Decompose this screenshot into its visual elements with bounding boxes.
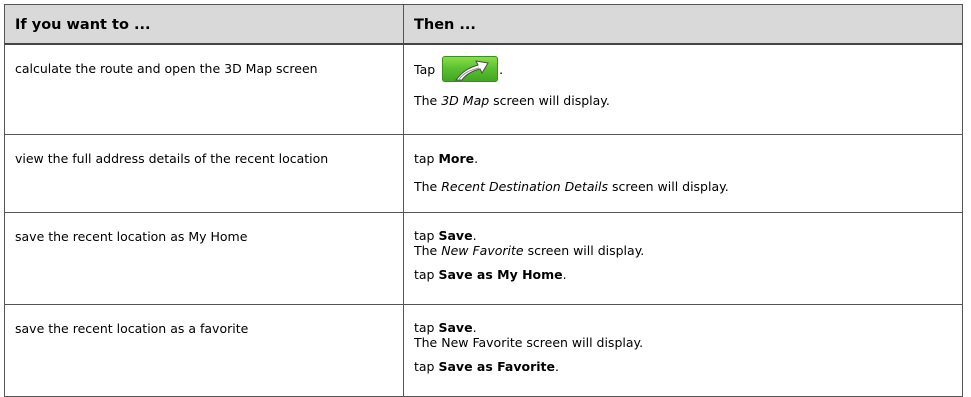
tap-instruction: tap Save. — [414, 228, 952, 243]
tap-prefix: Tap — [414, 61, 436, 77]
result-screen: 3D Map — [441, 93, 490, 108]
second-tap-suffix: . — [555, 359, 559, 374]
instruction-table: If you want to ... Then ... calculate th… — [4, 4, 963, 397]
table-row: calculate the route and open the 3D Map … — [4, 43, 963, 135]
second-tap-suffix: . — [562, 267, 567, 282]
action-text: save the recent location as My Home — [15, 229, 248, 244]
result-suffix: screen will display. — [612, 179, 729, 194]
result-text: The Recent Destination Details screen wi… — [414, 179, 952, 194]
tap-suffix: . — [474, 151, 479, 166]
tap-suffix: . — [472, 320, 477, 335]
table-header-row: If you want to ... Then ... — [4, 4, 963, 45]
tap-prefix: tap — [414, 228, 435, 243]
more-button-label: More — [438, 151, 475, 166]
result-screen: New Favorite — [441, 243, 524, 258]
tap-prefix: tap — [414, 151, 435, 166]
tap-prefix: tap — [414, 320, 435, 335]
header-then: Then ... — [403, 4, 963, 45]
tap-instruction: tap Save. — [414, 320, 952, 335]
result-suffix: screen will display. — [527, 243, 645, 258]
result-prefix: The — [414, 179, 438, 194]
result-cell: tap Save. The New Favorite screen will d… — [403, 304, 963, 397]
result-cell: tap Save. The New Favorite screen will d… — [403, 212, 963, 305]
result-text: The New Favorite screen will display. — [414, 243, 952, 258]
header-if-you-want-to: If you want to ... — [4, 4, 404, 45]
action-text: calculate the route and open the 3D Map … — [15, 61, 318, 76]
action-text: view the full address details of the rec… — [15, 151, 329, 166]
result-cell: Tap . The 3D Map screen will display. — [403, 43, 963, 135]
table-row: view the full address details of the rec… — [4, 134, 963, 213]
action-text: save the recent location as a favorite — [15, 321, 249, 336]
result-text: The 3D Map screen will display. — [414, 93, 610, 108]
result-text: The New Favorite screen will display. — [414, 335, 644, 350]
result-cell: tap More. The Recent Destination Details… — [403, 134, 963, 213]
action-cell: save the recent location as My Home — [4, 212, 404, 305]
second-tap-prefix: tap — [414, 267, 435, 282]
result-prefix: The — [414, 243, 438, 258]
action-cell: view the full address details of the rec… — [4, 134, 404, 213]
save-button-label: Save — [438, 320, 473, 335]
tap-instruction: Tap . — [414, 54, 952, 84]
table-row: save the recent location as My Home tap … — [4, 212, 963, 305]
second-tap-instruction: tap Save as Favorite. — [414, 359, 952, 374]
save-as-favorite-label: Save as Favorite — [438, 359, 556, 374]
action-cell: calculate the route and open the 3D Map … — [4, 43, 404, 135]
tap-instruction: tap More. — [414, 151, 952, 166]
tap-suffix: . — [499, 61, 504, 77]
table-row: save the recent location as a favorite t… — [4, 304, 963, 397]
result-screen: Recent Destination Details — [441, 179, 609, 194]
action-cell: save the recent location as a favorite — [4, 304, 404, 397]
result-suffix: screen will display. — [493, 93, 610, 108]
route-button[interactable] — [442, 56, 499, 82]
second-tap-prefix: tap — [414, 359, 435, 374]
tap-suffix: . — [472, 228, 477, 243]
save-as-my-home-label: Save as My Home — [438, 267, 563, 282]
save-button-label: Save — [438, 228, 473, 243]
second-tap-instruction: tap Save as My Home. — [414, 267, 952, 282]
route-arrow-icon — [455, 60, 489, 81]
